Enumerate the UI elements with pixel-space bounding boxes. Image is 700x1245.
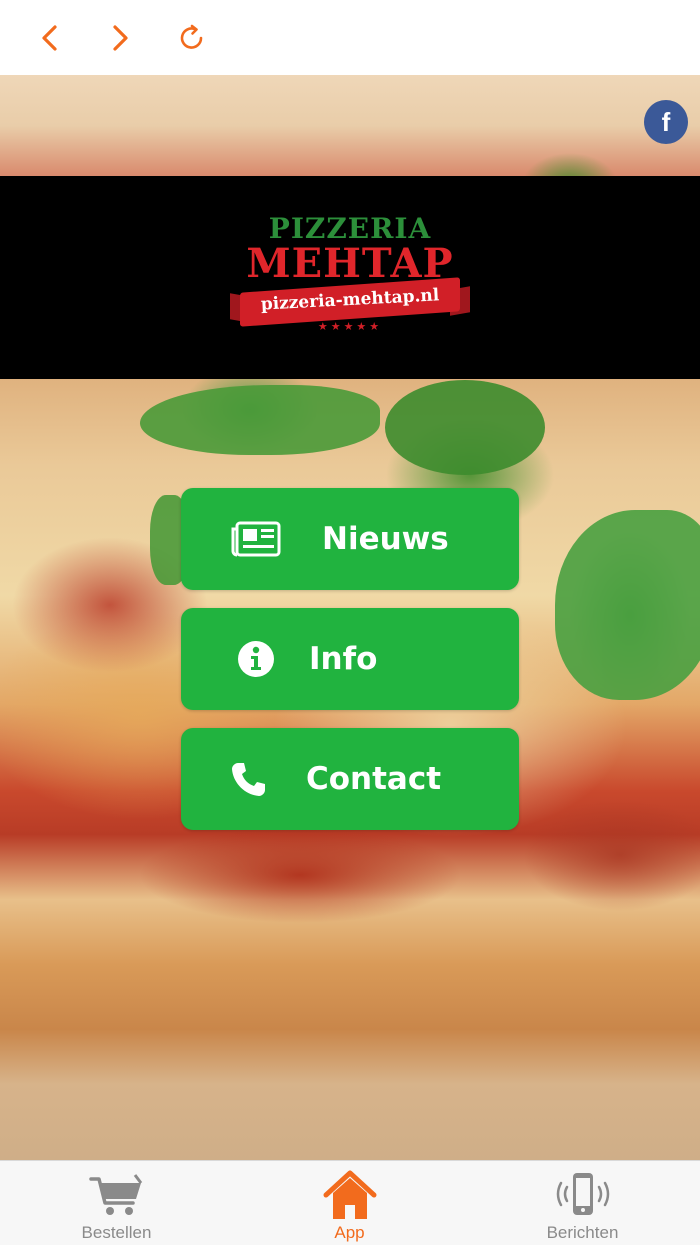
pizzeria-logo: PIZZERIA MEHTAP pizzeria-mehtap.nl ★★★★★ — [230, 210, 470, 340]
newspaper-icon — [229, 518, 283, 560]
home-icon — [233, 1169, 466, 1221]
tab-app-label: App — [334, 1223, 365, 1242]
info-button[interactable]: Info — [181, 608, 519, 710]
facebook-button[interactable]: f — [644, 100, 688, 144]
tab-app[interactable]: App — [233, 1161, 466, 1245]
chevron-right-icon — [113, 25, 128, 51]
tab-bestellen[interactable]: Bestellen — [0, 1161, 233, 1245]
info-icon — [229, 638, 283, 680]
facebook-icon: f — [661, 106, 671, 137]
forward-button[interactable] — [98, 16, 142, 60]
info-label: Info — [309, 641, 378, 677]
cart-icon — [0, 1169, 233, 1221]
tab-berichten[interactable]: Berichten — [466, 1161, 699, 1245]
contact-label: Contact — [306, 761, 442, 797]
bottom-tab-bar: Bestellen App Berichten — [0, 1160, 700, 1245]
nieuws-button[interactable]: Nieuws — [181, 488, 519, 590]
tab-bestellen-label: Bestellen — [81, 1223, 152, 1242]
reload-button[interactable] — [170, 16, 214, 60]
chevron-left-icon — [42, 25, 57, 51]
tab-berichten-label: Berichten — [546, 1223, 619, 1242]
phone-vibrate-icon — [466, 1169, 699, 1221]
browser-toolbar — [0, 0, 700, 76]
phone-icon — [221, 758, 275, 800]
nieuws-label: Nieuws — [322, 521, 449, 557]
logo-stars: ★★★★★ — [317, 320, 383, 333]
reload-icon — [180, 24, 203, 49]
top-photo-strip — [0, 75, 700, 176]
contact-button[interactable]: Contact — [181, 728, 519, 830]
back-button[interactable] — [28, 16, 72, 60]
